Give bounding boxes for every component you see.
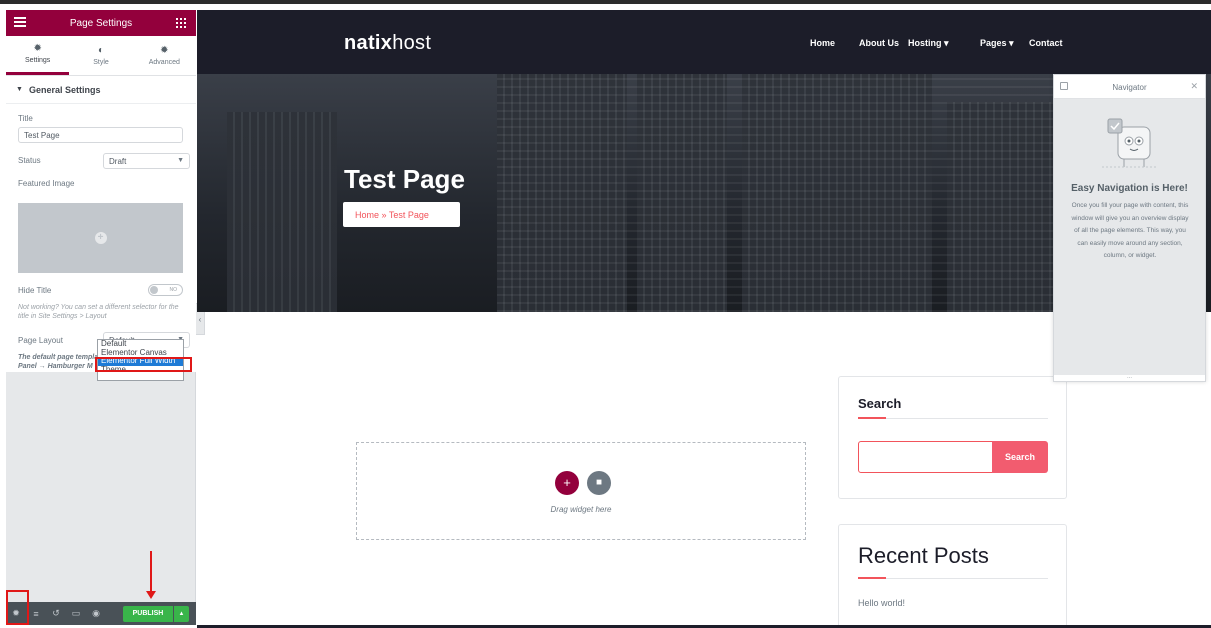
layout-note-line2: Panel → Hamburger M (18, 363, 93, 370)
preview-eye-icon[interactable]: ◉ (86, 608, 106, 619)
navigator-heading: Easy Navigation is Here! (1071, 183, 1188, 194)
top-strip (0, 0, 1211, 10)
navigator-panel: Navigator ✕ Easy Navigation is Here! Onc… (1053, 74, 1206, 382)
tab-advanced-label: Advanced (148, 58, 180, 66)
section-title: General Settings (28, 84, 101, 95)
nav-contact[interactable]: Contact (1029, 38, 1063, 48)
publish-options-caret-icon[interactable]: ▲ (174, 606, 189, 622)
navigator-description: Once you fill your page with content, th… (1071, 202, 1189, 259)
switch-knob (150, 286, 158, 294)
hide-title-note: Not working? You can set a different sel… (18, 304, 179, 320)
gear-icon: ✹ (33, 43, 42, 54)
add-section-button[interactable]: + (555, 471, 579, 495)
hide-title-label: Hide Title (18, 286, 52, 295)
history-icon[interactable]: ↺ (46, 608, 66, 619)
widget-drop-zone[interactable]: + ■ Drag widget here (356, 442, 806, 540)
divider (858, 578, 1048, 579)
title-accent (858, 577, 886, 579)
tab-settings[interactable]: ✹ Settings (6, 36, 70, 75)
close-icon[interactable]: ✕ (1190, 81, 1198, 92)
page-layout-label: Page Layout (18, 336, 63, 345)
navigator-illustration-icon (1102, 118, 1158, 168)
layers-icon[interactable]: ≡ (26, 609, 46, 619)
search-widget: Search Search (838, 376, 1067, 499)
nav-hosting[interactable]: Hosting ▾ (908, 38, 949, 49)
switch-text: NO (169, 287, 178, 293)
panel-footer: ✹ ≡ ↺ ▭ ◉ PUBLISH ▲ (6, 602, 196, 625)
nav-about[interactable]: About Us (859, 38, 899, 48)
status-select[interactable]: Draft ▼ (103, 153, 190, 169)
gear-icon: ✹ (160, 44, 169, 56)
drop-zone-text: Drag widget here (550, 505, 612, 514)
title-input[interactable]: Test Page (18, 127, 183, 143)
plus-circle-icon: + (94, 232, 107, 244)
featured-image-picker[interactable]: + (18, 203, 183, 273)
status-value: Draft (109, 157, 127, 166)
navigator-header: Navigator ✕ (1054, 75, 1205, 99)
highlight-full-width (95, 357, 192, 372)
panel-tabs: ✹ Settings ◐ Style ✹ Advanced (6, 36, 196, 76)
search-button[interactable]: Search (992, 441, 1048, 473)
status-label: Status (18, 156, 41, 165)
settings-form: Title Test Page Status Draft ▼ Featured … (6, 104, 196, 372)
search-widget-title: Search (858, 396, 902, 411)
rack-highlight (497, 74, 1057, 312)
elementor-panel: Page Settings ✹ Settings ◐ Style ✹ Advan… (6, 10, 196, 625)
layout-option-canvas[interactable]: Elementor Canvas (98, 349, 183, 358)
tab-settings-label: Settings (25, 57, 51, 64)
nav-pages[interactable]: Pages ▾ (980, 38, 1014, 49)
tab-style[interactable]: ◐ Style (69, 36, 132, 75)
recent-posts-title: Recent Posts (858, 543, 989, 568)
panel-header: Page Settings (6, 10, 196, 36)
folder-icon[interactable]: ■ (587, 471, 611, 495)
layout-option-default[interactable]: Default (98, 340, 183, 349)
title-label: Title (18, 114, 33, 123)
section-general-settings[interactable]: ▼ General Settings (6, 76, 196, 104)
annotation-arrow-line (150, 551, 152, 595)
breadcrumb[interactable]: Home » Test Page (343, 202, 460, 227)
nav-home[interactable]: Home (810, 38, 835, 48)
tab-advanced[interactable]: ✹ Advanced (133, 36, 196, 75)
layout-note-line1: The default page templat (18, 354, 101, 361)
navigator-title: Navigator (1112, 83, 1147, 92)
panel-title: Page Settings (69, 17, 133, 29)
recent-posts-widget: Recent Posts Hello world! (838, 524, 1067, 628)
recent-post-link[interactable]: Hello world! (858, 598, 905, 608)
contrast-icon: ◐ (97, 44, 105, 56)
publish-button[interactable]: PUBLISH (123, 606, 173, 622)
responsive-icon[interactable]: ▭ (66, 608, 86, 619)
editor-window: Page Settings ✹ Settings ◐ Style ✹ Advan… (0, 0, 1211, 628)
search-input[interactable] (858, 441, 993, 473)
chevron-down-icon: ▼ (177, 157, 184, 164)
site-logo[interactable]: natixhost (344, 32, 431, 55)
logo-bold: natix (344, 32, 393, 54)
tab-style-label: Style (93, 58, 109, 66)
title-accent (858, 417, 886, 419)
featured-image-label: Featured Image (18, 179, 75, 188)
navigator-resize-handle[interactable]: ... (1054, 374, 1205, 381)
hide-title-switch[interactable]: NO (148, 284, 183, 296)
highlight-settings-gear (6, 590, 29, 625)
divider (858, 418, 1048, 419)
caret-down-icon: ▼ (16, 86, 23, 93)
logo-light: host (392, 32, 432, 54)
hamburger-menu-icon[interactable] (14, 17, 26, 27)
hero-title: Test Page (344, 164, 465, 194)
site-header: natixhost Home About Us Hosting ▾ Pages … (197, 10, 1211, 74)
widgets-grid-icon[interactable] (176, 18, 186, 28)
server-rack (227, 112, 337, 312)
annotation-arrow-head (146, 591, 156, 599)
